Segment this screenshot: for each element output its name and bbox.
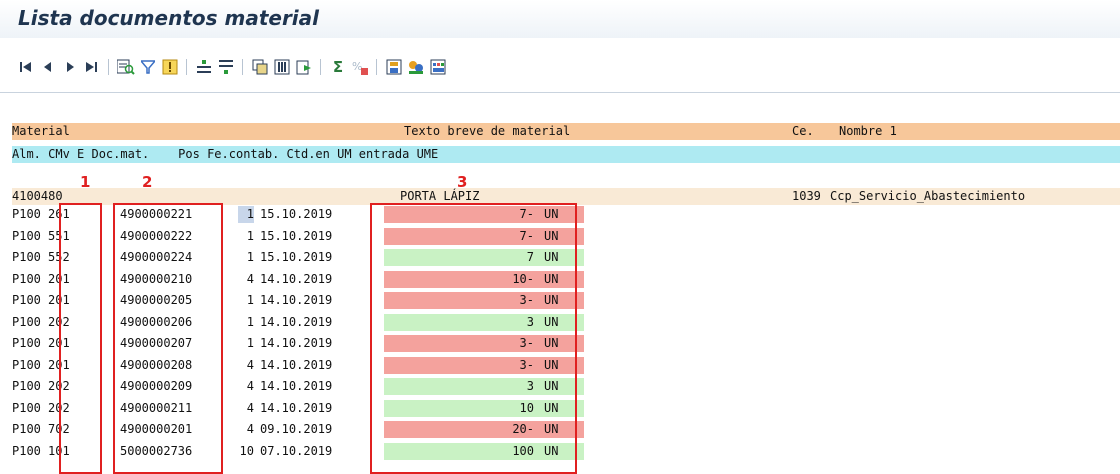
storage-location-cell[interactable]: P100: [12, 443, 41, 460]
next-page-icon[interactable]: [60, 56, 80, 78]
toolbar: Σ %: [0, 56, 1120, 80]
position-cell[interactable]: 4: [238, 400, 254, 417]
save-layout-icon[interactable]: [384, 56, 404, 78]
exception-icon[interactable]: [160, 56, 180, 78]
header-name[interactable]: Nombre 1: [839, 123, 897, 140]
posting-date-cell[interactable]: 14.10.2019: [260, 292, 332, 309]
posting-date-cell[interactable]: 07.10.2019: [260, 443, 332, 460]
storage-location-cell[interactable]: P100: [12, 400, 41, 417]
position-cell[interactable]: 1: [238, 292, 254, 309]
annotation-box-1: [59, 203, 102, 474]
abc-analysis-icon[interactable]: [406, 56, 426, 78]
storage-location-cell[interactable]: P100: [12, 378, 41, 395]
position-cell[interactable]: 1: [238, 228, 254, 245]
last-page-icon[interactable]: [82, 56, 102, 78]
posting-date-cell[interactable]: 15.10.2019: [260, 249, 332, 266]
change-layout-icon[interactable]: [272, 56, 292, 78]
sum-icon[interactable]: Σ: [328, 56, 348, 78]
toolbar-separator: [108, 59, 109, 75]
storage-location-cell[interactable]: P100: [12, 206, 41, 223]
filter-icon[interactable]: [138, 56, 158, 78]
annotation-label-2: 2: [142, 173, 153, 191]
details-icon[interactable]: [116, 56, 136, 78]
position-cell[interactable]: 1: [238, 314, 254, 331]
sort-ascending-icon[interactable]: [194, 56, 214, 78]
posting-date-cell[interactable]: 14.10.2019: [260, 314, 332, 331]
posting-date-cell[interactable]: 14.10.2019: [260, 335, 332, 352]
posting-date-cell[interactable]: 14.10.2019: [260, 271, 332, 288]
position-cell[interactable]: 4: [238, 378, 254, 395]
svg-text:%: %: [352, 60, 362, 73]
storage-location-cell[interactable]: P100: [12, 357, 41, 374]
print-preview-icon[interactable]: [250, 56, 270, 78]
toolbar-separator: [320, 59, 321, 75]
position-cell[interactable]: 4: [238, 357, 254, 374]
storage-location-cell[interactable]: P100: [12, 314, 41, 331]
annotation-label-1: 1: [80, 173, 91, 191]
storage-location-cell[interactable]: P100: [12, 249, 41, 266]
position-cell[interactable]: 4: [238, 271, 254, 288]
posting-date-cell[interactable]: 14.10.2019: [260, 400, 332, 417]
first-page-icon[interactable]: [16, 56, 36, 78]
posting-date-cell[interactable]: 14.10.2019: [260, 357, 332, 374]
toolbar-separator: [376, 59, 377, 75]
column-header-row-1: Material Texto breve de material Ce. Nom…: [12, 123, 1120, 140]
export-icon[interactable]: [294, 56, 314, 78]
header-columns[interactable]: Alm. CMv E Doc.mat. Pos Fe.contab. Ctd.e…: [12, 146, 438, 163]
storage-location-cell[interactable]: P100: [12, 421, 41, 438]
toolbar-separator: [186, 59, 187, 75]
position-cell[interactable]: 10: [238, 443, 254, 460]
header-plant[interactable]: Ce.: [792, 123, 814, 140]
posting-date-cell[interactable]: 15.10.2019: [260, 206, 332, 223]
previous-page-icon[interactable]: [38, 56, 58, 78]
page-title: Lista documentos material: [18, 6, 320, 30]
position-cell[interactable]: 1: [238, 335, 254, 352]
posting-date-cell[interactable]: 14.10.2019: [260, 378, 332, 395]
plant-code: 1039: [792, 189, 821, 203]
plant-name: Ccp_Servicio_Abastecimiento: [830, 189, 1026, 203]
subtotal-icon[interactable]: %: [350, 56, 370, 78]
header-description[interactable]: Texto breve de material: [404, 123, 570, 140]
column-header-row-2: Alm. CMv E Doc.mat. Pos Fe.contab. Ctd.e…: [12, 146, 1120, 163]
sort-descending-icon[interactable]: [216, 56, 236, 78]
header-material[interactable]: Material: [12, 123, 70, 140]
posting-date-cell[interactable]: 15.10.2019: [260, 228, 332, 245]
storage-location-cell[interactable]: P100: [12, 335, 41, 352]
position-cell[interactable]: 4: [238, 421, 254, 438]
title-bar: Lista documentos material: [0, 0, 1120, 38]
annotation-label-3: 3: [457, 173, 468, 191]
posting-date-cell[interactable]: 09.10.2019: [260, 421, 332, 438]
divider: [0, 92, 1120, 93]
annotation-box-3: [370, 203, 577, 474]
annotation-box-2: [113, 203, 223, 474]
position-cell[interactable]: 1: [238, 249, 254, 266]
material-number: 4100480: [12, 189, 63, 203]
storage-location-cell[interactable]: P100: [12, 271, 41, 288]
display-grid-icon[interactable]: [428, 56, 448, 78]
storage-location-cell[interactable]: P100: [12, 228, 41, 245]
storage-location-cell[interactable]: P100: [12, 292, 41, 309]
position-cell[interactable]: 1: [238, 206, 254, 223]
toolbar-separator: [242, 59, 243, 75]
